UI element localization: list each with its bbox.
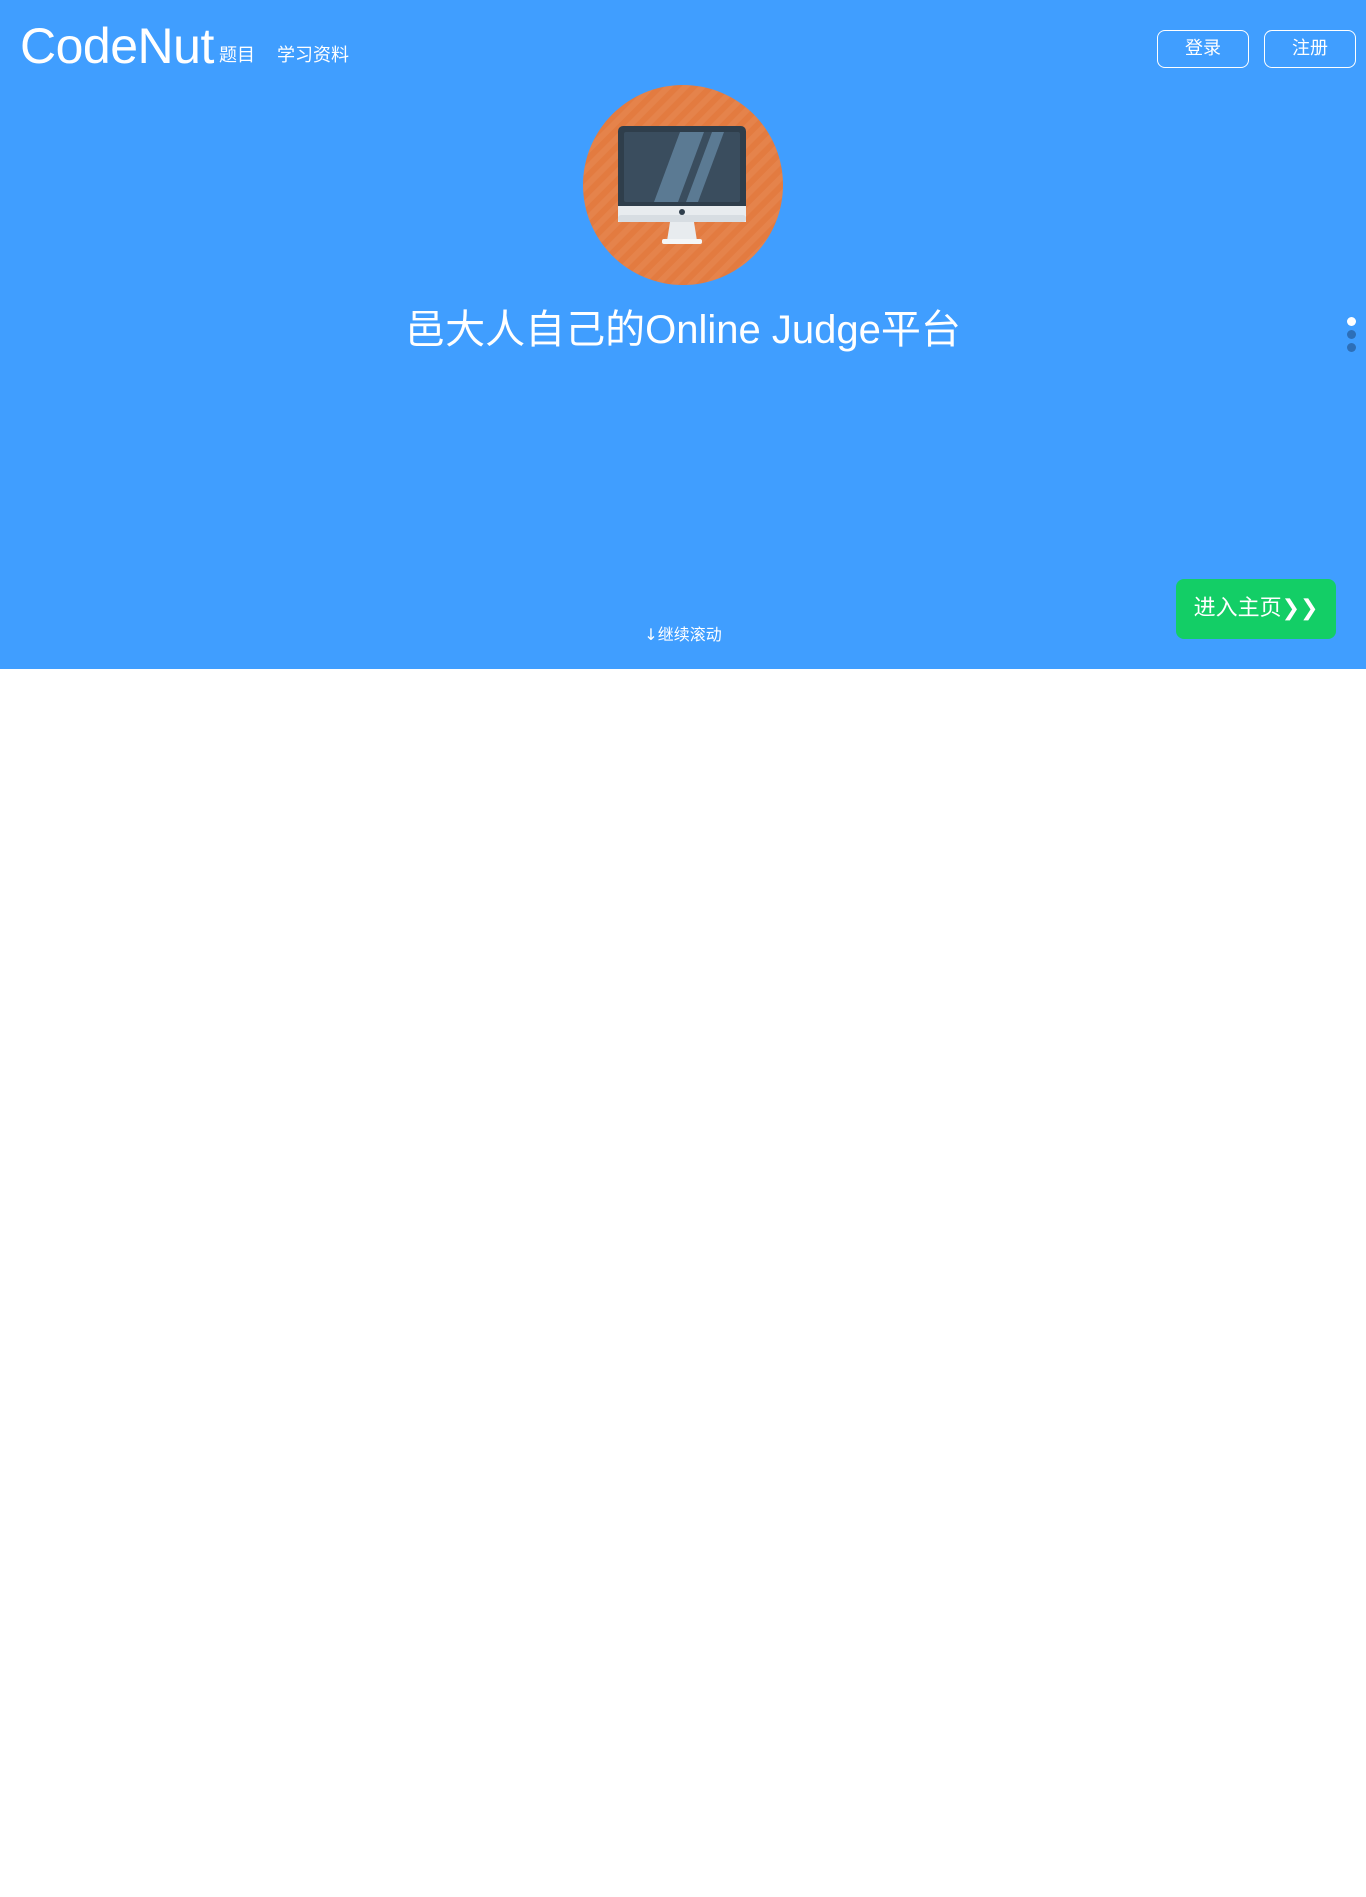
- login-button[interactable]: 登录: [1157, 30, 1249, 68]
- register-button[interactable]: 注册: [1264, 30, 1356, 68]
- brand-logo[interactable]: CodeNut: [20, 16, 214, 76]
- enter-homepage-button[interactable]: 进入主页❯❯: [1176, 579, 1336, 639]
- scroll-hint: ↓继续滚动: [644, 625, 722, 644]
- pagination-dot[interactable]: [1347, 343, 1356, 352]
- pagination-dot[interactable]: [1347, 330, 1356, 339]
- nav-link-problems[interactable]: 题目: [219, 44, 255, 68]
- nav-link-learning[interactable]: 学习资料: [277, 44, 349, 68]
- computer-monitor-icon: [582, 84, 784, 286]
- hero-title: 邑大人自己的Online Judge平台: [405, 308, 961, 352]
- hero-section: CodeNut 题目 学习资料 登录 注册 邑大人自己的Online Judge…: [0, 0, 1366, 669]
- pagination-dot[interactable]: [1347, 317, 1356, 326]
- page-pagination-dots: [1347, 317, 1357, 356]
